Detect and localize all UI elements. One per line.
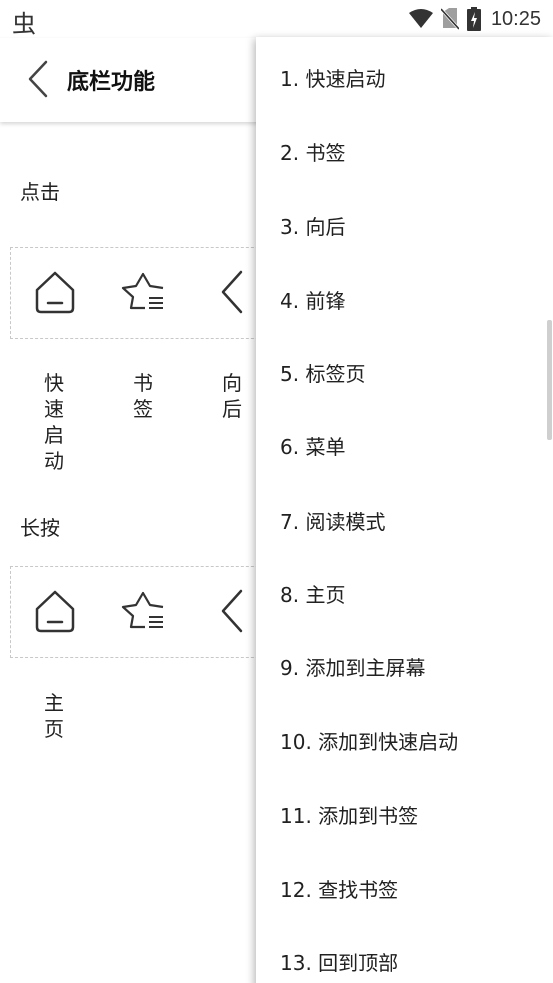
menu-item[interactable]: 2. 书签 — [280, 137, 345, 166]
home-icon — [35, 271, 75, 314]
bookmark-star-icon — [121, 272, 164, 310]
home-icon — [35, 590, 75, 633]
click-slot-2[interactable] — [119, 268, 167, 316]
long-press-slot-2[interactable] — [119, 587, 167, 635]
long-press-slot-1[interactable] — [31, 587, 79, 635]
click-slot-3[interactable] — [211, 268, 259, 316]
back-arrow-icon — [28, 60, 48, 98]
back-arrow-icon — [221, 589, 243, 633]
back-arrow-icon — [221, 270, 243, 314]
no-sim-icon — [440, 8, 459, 30]
menu-item[interactable]: 12. 查找书签 — [280, 874, 398, 903]
click-slot-2-label: 书签 — [133, 371, 153, 421]
long-press-slot-3[interactable] — [211, 587, 259, 635]
long-press-section-label: 长按 — [20, 516, 60, 540]
back-button[interactable] — [22, 58, 54, 100]
menu-item[interactable]: 8. 主页 — [280, 579, 345, 608]
status-icons: 10:25 — [408, 6, 541, 32]
menu-item[interactable]: 10. 添加到快速启动 — [280, 726, 458, 755]
menu-item[interactable]: 5. 标签页 — [280, 358, 365, 387]
long-press-slot-1-label: 主页 — [44, 691, 64, 741]
function-select-menu: 1. 快速启动 2. 书签 3. 向后 4. 前锋 5. 标签页 6. 菜单 7… — [256, 37, 553, 983]
click-slot-1-label: 快速启动 — [44, 371, 64, 473]
menu-item[interactable]: 9. 添加到主屏幕 — [280, 652, 425, 681]
menu-item[interactable]: 1. 快速启动 — [280, 63, 385, 92]
click-section-label: 点击 — [20, 180, 60, 204]
click-slot-3-label: 向后 — [222, 371, 242, 421]
page-title: 底栏功能 — [67, 70, 156, 95]
menu-item[interactable]: 6. 菜单 — [280, 431, 345, 460]
clock: 10:25 — [490, 7, 541, 30]
menu-scrollbar[interactable] — [547, 320, 552, 440]
app-notification-icon: 虫 — [12, 10, 36, 38]
click-slot-1[interactable] — [31, 268, 79, 316]
menu-item[interactable]: 11. 添加到书签 — [280, 800, 418, 829]
status-bar: 虫 10:25 — [0, 0, 553, 38]
bookmark-star-icon — [121, 591, 164, 629]
menu-item[interactable]: 13. 回到顶部 — [280, 947, 398, 976]
menu-item[interactable]: 3. 向后 — [280, 211, 345, 240]
wifi-icon — [408, 9, 433, 28]
battery-charging-icon — [466, 7, 481, 31]
menu-item[interactable]: 4. 前锋 — [280, 285, 345, 314]
menu-item[interactable]: 7. 阅读模式 — [280, 506, 385, 535]
